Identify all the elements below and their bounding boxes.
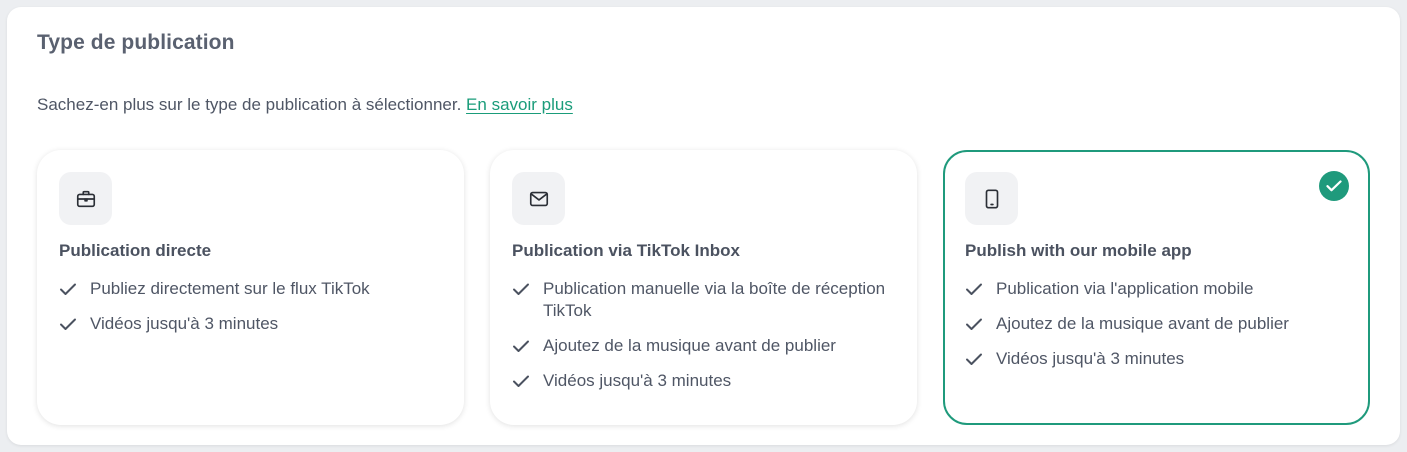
list-item: Publication manuelle via la boîte de réc… (512, 278, 897, 322)
check-icon (965, 313, 985, 335)
subtitle-text: Sachez-en plus sur le type de publicatio… (37, 95, 467, 114)
option-card-mobile-app[interactable]: Publish with our mobile app Publication … (943, 150, 1370, 425)
card-title: Publication via TikTok Inbox (512, 241, 740, 260)
feature-text: Vidéos jusqu'à 3 minutes (996, 349, 1185, 368)
list-item: Vidéos jusqu'à 3 minutes (512, 370, 897, 392)
list-item: Vidéos jusqu'à 3 minutes (965, 348, 1348, 370)
check-icon (59, 278, 79, 300)
feature-list: Publication manuelle via la boîte de réc… (512, 278, 897, 405)
check-icon (512, 370, 532, 392)
section-subtitle: Sachez-en plus sur le type de publicatio… (37, 95, 573, 115)
feature-text: Ajoutez de la musique avant de publier (543, 336, 836, 355)
envelope-icon (512, 172, 565, 225)
option-card-direct-publication[interactable]: Publication directe Publiez directement … (37, 150, 464, 425)
check-icon (59, 313, 79, 335)
check-icon (512, 278, 532, 300)
check-icon (965, 278, 985, 300)
list-item: Ajoutez de la musique avant de publier (512, 335, 897, 357)
list-item: Publiez directement sur le flux TikTok (59, 278, 444, 300)
list-item: Ajoutez de la musique avant de publier (965, 313, 1348, 335)
feature-list: Publiez directement sur le flux TikTok V… (59, 278, 444, 348)
feature-text: Ajoutez de la musique avant de publier (996, 314, 1289, 333)
selected-check-icon (1319, 171, 1349, 201)
feature-text: Publiez directement sur le flux TikTok (90, 279, 370, 298)
list-item: Vidéos jusqu'à 3 minutes (59, 313, 444, 335)
card-title: Publish with our mobile app (965, 241, 1192, 260)
learn-more-link[interactable]: En savoir plus (466, 95, 573, 114)
feature-text: Vidéos jusqu'à 3 minutes (90, 314, 279, 333)
option-card-tiktok-inbox[interactable]: Publication via TikTok Inbox Publication… (490, 150, 917, 425)
briefcase-icon (59, 172, 112, 225)
smartphone-icon (965, 172, 1018, 225)
feature-text: Publication via l'application mobile (996, 279, 1254, 298)
card-title: Publication directe (59, 241, 212, 260)
check-icon (965, 348, 985, 370)
feature-text: Publication manuelle via la boîte de réc… (543, 279, 886, 320)
list-item: Publication via l'application mobile (965, 278, 1348, 300)
feature-list: Publication via l'application mobile Ajo… (965, 278, 1348, 383)
check-icon (512, 335, 532, 357)
publication-type-panel: Type de publication Sachez-en plus sur l… (7, 7, 1400, 445)
feature-text: Vidéos jusqu'à 3 minutes (543, 371, 732, 390)
section-title: Type de publication (37, 31, 235, 54)
